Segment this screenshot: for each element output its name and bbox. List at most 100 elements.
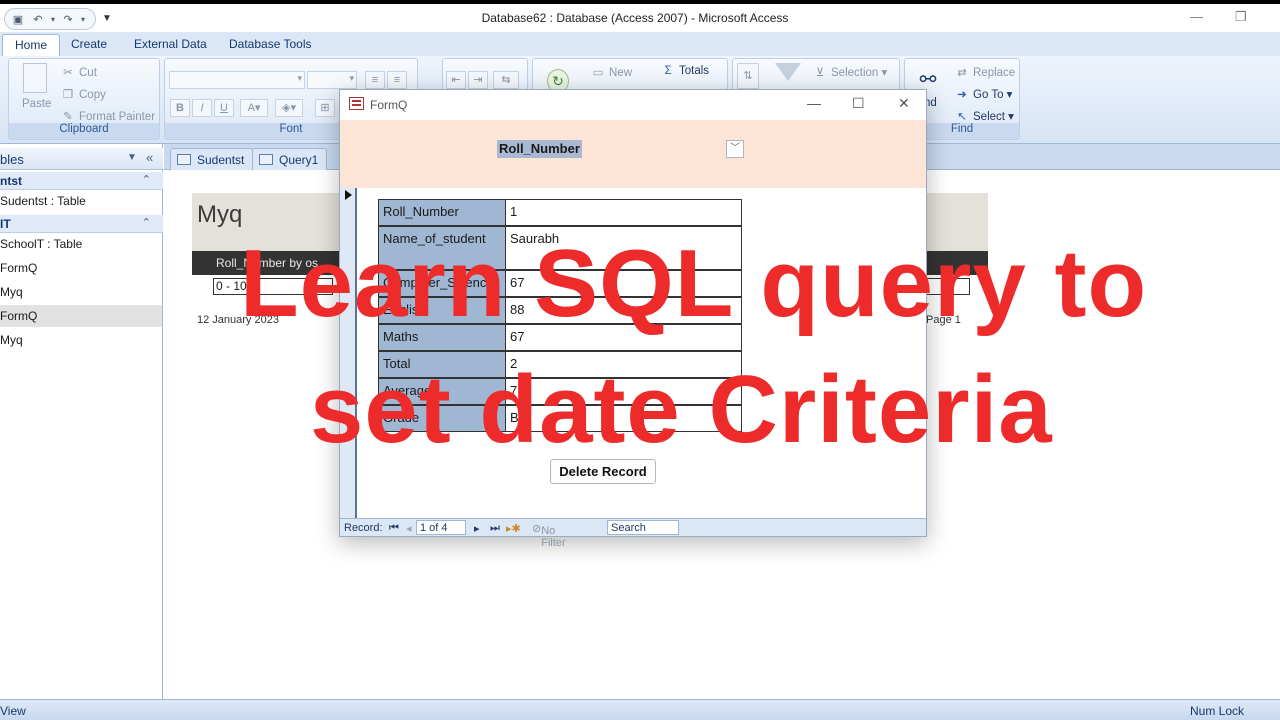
ribbon-tabs: Home Create External Data Database Tools xyxy=(0,32,1280,57)
nav-item-myq-report[interactable]: Myq xyxy=(0,329,162,351)
status-view: View xyxy=(0,704,26,718)
format-painter-button[interactable]: ✎ Format Painter xyxy=(61,109,155,123)
no-filter-indicator[interactable]: ⊘ No Filter xyxy=(532,522,566,549)
scissors-icon: ✂ xyxy=(63,67,73,79)
restore-button[interactable]: ❐ xyxy=(1235,9,1247,25)
nav-item-schoolt-table[interactable]: SchoolT : Table xyxy=(0,233,162,255)
paste-icon[interactable] xyxy=(23,63,47,93)
current-record-box[interactable]: 1 of 4 xyxy=(416,520,466,535)
cut-button[interactable]: ✂ Cut xyxy=(61,65,97,79)
formq-title: FormQ xyxy=(370,98,408,112)
status-num-lock: Num Lock xyxy=(1190,704,1245,718)
italic-button[interactable]: I xyxy=(192,99,212,117)
paragraph-direction-icon[interactable]: ⇆ xyxy=(493,71,519,89)
form-icon xyxy=(349,97,364,110)
selection-filter-icon: ⊻ xyxy=(815,67,825,79)
go-to-label: Go To xyxy=(973,89,1004,101)
replace-button[interactable]: ⇄ Replace xyxy=(955,65,1015,79)
select-button[interactable]: ↖ Select ▾ xyxy=(955,109,1014,123)
next-record-icon[interactable]: ▸ xyxy=(474,522,480,535)
overlay-headline-line-1: Learn SQL query to xyxy=(240,230,1148,337)
replace-icon: ⇄ xyxy=(957,67,967,79)
sort-ascending-icon[interactable]: ⇅ xyxy=(737,63,759,89)
field-label: Roll_Number xyxy=(378,199,506,226)
totals-button[interactable]: Σ Totals xyxy=(661,65,709,77)
nav-item-myq[interactable]: Myq xyxy=(0,281,162,303)
status-bar: View Num Lock xyxy=(0,699,1280,720)
previous-record-icon[interactable]: ◂ xyxy=(406,522,412,535)
formq-minimize-button[interactable]: — xyxy=(807,95,821,111)
last-record-icon[interactable]: ⏭ xyxy=(490,522,500,535)
font-name-combo[interactable] xyxy=(169,71,305,89)
doc-tab-sudentst[interactable]: Sudentst xyxy=(170,148,254,170)
query-icon xyxy=(259,154,273,165)
no-filter-label: No Filter xyxy=(541,525,566,549)
formq-maximize-button[interactable]: ☐ xyxy=(852,95,865,112)
font-color-icon[interactable]: A▾ xyxy=(240,99,268,117)
overlay-headline-line-2: set date Criteria xyxy=(310,356,1053,463)
nav-pane-header[interactable]: bles ▼ « xyxy=(0,148,163,170)
nav-pane-dropdown-icon[interactable]: ▼ xyxy=(127,152,137,163)
copy-label: Copy xyxy=(79,89,106,101)
doc-tab-query1[interactable]: Query1 xyxy=(252,148,328,170)
first-record-icon[interactable]: ⏮ xyxy=(389,522,399,535)
decrease-indent-icon[interactable]: ⇤ xyxy=(446,71,466,89)
current-record-arrow-icon xyxy=(345,190,352,200)
nav-group-students[interactable]: ntst ⌃ xyxy=(0,172,163,190)
new-record-nav-icon[interactable]: ▸✱ xyxy=(506,522,521,535)
roll-number-field[interactable]: 1 xyxy=(506,199,742,226)
filter-icon[interactable] xyxy=(775,63,801,81)
selection-button[interactable]: ⊻ Selection ▾ xyxy=(813,65,888,79)
nav-group-title: ntst xyxy=(0,174,22,188)
nav-item-sudentst-table[interactable]: Sudentst : Table xyxy=(0,190,162,212)
nav-pane-title: bles xyxy=(0,152,24,167)
nav-pane-collapse-icon[interactable]: « xyxy=(146,150,153,165)
fill-color-icon[interactable]: ◈▾ xyxy=(275,99,303,117)
collapse-group-icon[interactable]: ⌃ xyxy=(142,216,151,229)
record-label: Record: xyxy=(344,522,383,534)
bold-button[interactable]: B xyxy=(170,99,190,117)
search-input[interactable]: Search xyxy=(607,520,679,535)
nav-item-formq-selected[interactable]: FormQ xyxy=(0,305,162,327)
new-record-button[interactable]: ▭ New xyxy=(591,65,632,79)
cut-label: Cut xyxy=(79,67,97,79)
paste-button[interactable]: Paste xyxy=(22,98,51,110)
formq-title-bar[interactable]: FormQ — ☐ ✕ xyxy=(340,90,926,120)
doc-tab-label: Sudentst xyxy=(197,153,245,167)
doc-tab-label: Query1 xyxy=(279,153,319,167)
select-label: Select xyxy=(973,111,1005,123)
sigma-icon: Σ xyxy=(664,65,672,77)
nav-group-it[interactable]: IT ⌃ xyxy=(0,215,163,233)
selection-label: Selection xyxy=(831,67,879,79)
copy-button[interactable]: ❐ Copy xyxy=(61,87,106,101)
tab-external-data[interactable]: External Data xyxy=(134,37,207,51)
tab-database-tools[interactable]: Database Tools xyxy=(229,37,312,51)
go-to-button[interactable]: ➜ Go To ▾ xyxy=(955,87,1012,101)
align-left-icon[interactable]: ≡ xyxy=(365,71,385,89)
collapse-group-icon[interactable]: ⌃ xyxy=(142,173,151,186)
brush-icon: ✎ xyxy=(63,111,73,123)
cursor-icon: ↖ xyxy=(957,111,967,123)
record-navigation-bar: Record: ⏮ ◂ 1 of 4 ▸ ⏭ ▸✱ ⊘ No Filter Se… xyxy=(340,518,926,549)
binoculars-icon[interactable]: ⚯ xyxy=(915,67,941,91)
underline-button[interactable]: U xyxy=(214,99,234,117)
field-row-roll-number: Roll_Number 1 xyxy=(378,199,742,226)
font-size-combo[interactable] xyxy=(307,71,357,89)
new-label: New xyxy=(609,67,633,79)
copy-icon: ❐ xyxy=(62,89,74,101)
tab-home[interactable]: Home xyxy=(2,34,61,57)
gridlines-icon[interactable]: ⊞ xyxy=(315,99,335,117)
minimize-button[interactable]: — xyxy=(1190,9,1203,24)
nav-group-title: IT xyxy=(0,217,11,231)
title-bar: ▣ ↶ ▾ ↷ ▾ ▼ Database62 : Database (Acces… xyxy=(0,4,1280,32)
chevron-down-icon[interactable]: ﹀ xyxy=(726,140,744,158)
nav-item-formq[interactable]: FormQ xyxy=(0,257,162,279)
formq-close-button[interactable]: ✕ xyxy=(898,95,910,112)
increase-indent-icon[interactable]: ⇥ xyxy=(468,71,488,89)
tab-create[interactable]: Create xyxy=(71,37,107,51)
go-to-arrow-icon: ➜ xyxy=(957,89,967,101)
align-center-icon[interactable]: ≡ xyxy=(387,71,407,89)
replace-label: Replace xyxy=(973,67,1016,79)
new-record-icon: ▭ xyxy=(592,67,604,79)
navigation-pane: bles ▼ « ntst ⌃ Sudentst : Table IT ⌃ Sc… xyxy=(0,144,163,699)
